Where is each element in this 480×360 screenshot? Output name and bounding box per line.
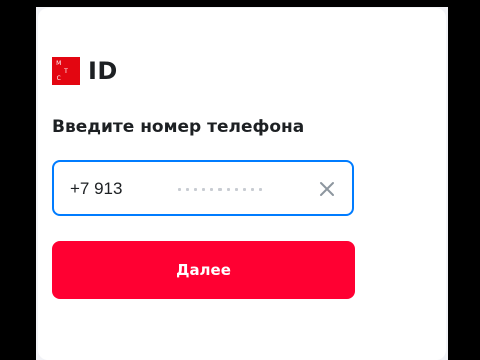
- masked-digits: [178, 187, 263, 191]
- phone-input-field[interactable]: [52, 160, 354, 216]
- next-button[interactable]: Далее: [52, 241, 355, 299]
- clear-input-button[interactable]: [316, 178, 338, 200]
- logo-letter-m: М: [56, 60, 62, 67]
- page-title: Введите номер телефона: [52, 117, 305, 137]
- mts-logo-icon: М Т С: [52, 57, 80, 85]
- close-icon: [320, 182, 334, 196]
- mts-id-logo: М Т С ID: [52, 55, 118, 87]
- logo-letter-s: С: [56, 75, 61, 83]
- logo-text: ID: [88, 57, 118, 85]
- logo-letter-t: Т: [64, 67, 68, 75]
